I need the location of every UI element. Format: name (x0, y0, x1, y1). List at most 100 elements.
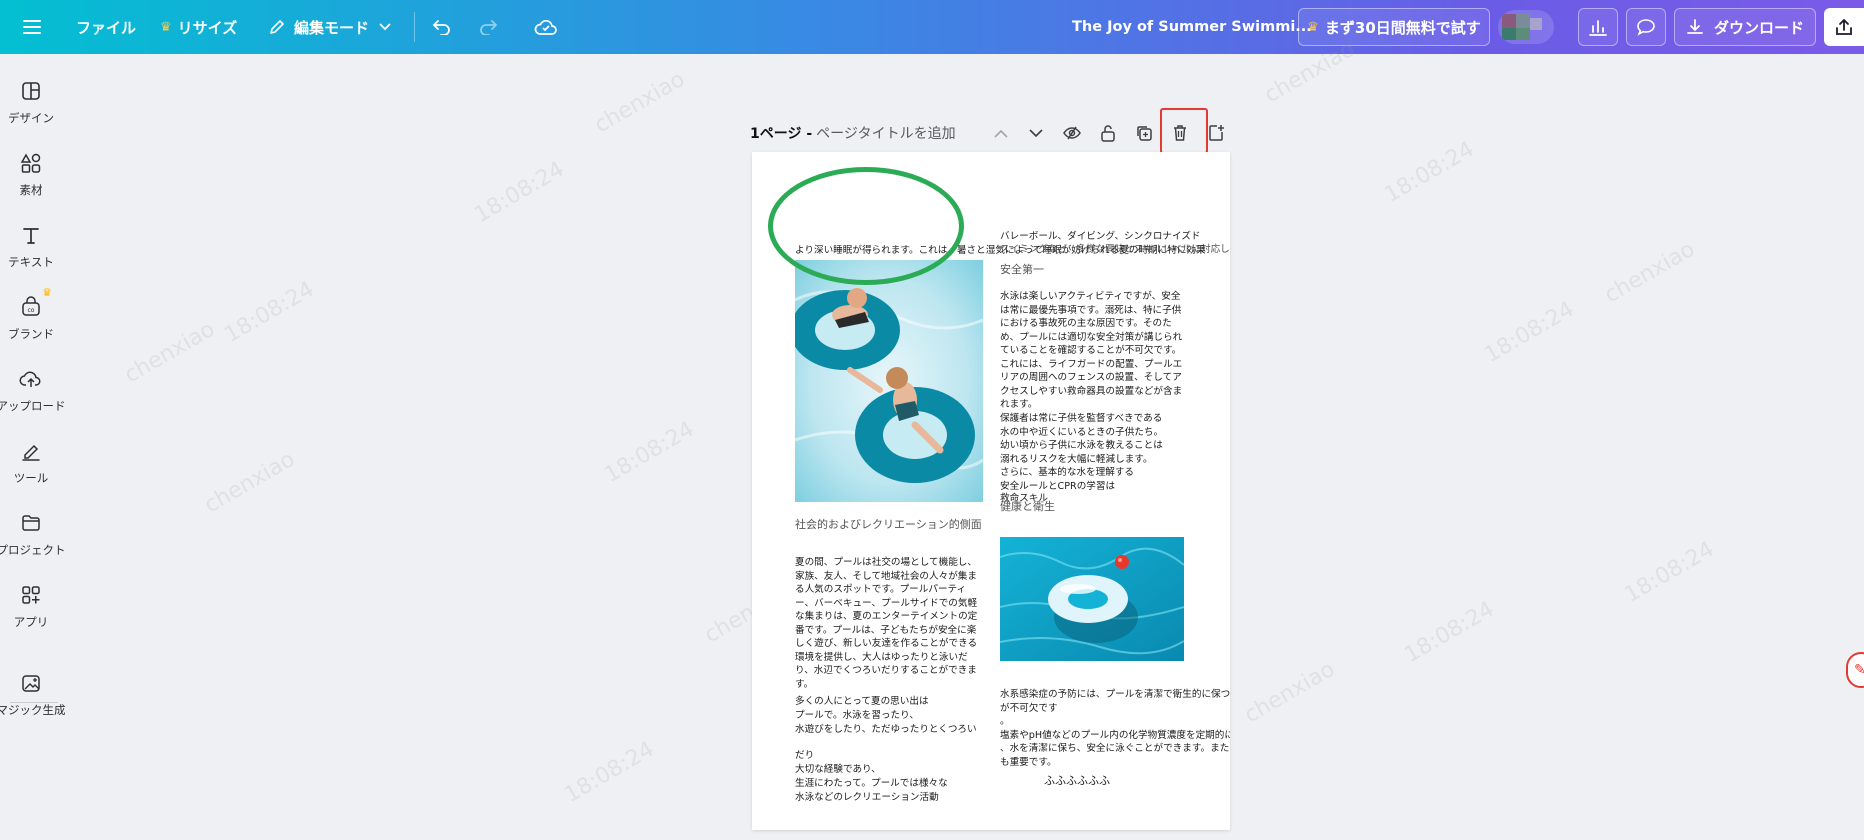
watermark: chenxiao (200, 446, 300, 519)
chevron-down-icon (1029, 128, 1043, 138)
download-button[interactable]: ダウンロード (1674, 8, 1816, 46)
watermark: 18:08:24 (1480, 296, 1579, 369)
redo-icon (470, 9, 506, 45)
comment-icon (1636, 18, 1656, 36)
sidebar-item-magic-generate[interactable]: マジック生成 (0, 668, 66, 728)
sidebar-item-label: デザイン (8, 111, 54, 125)
footer-text[interactable]: ふふふふふふ (1044, 774, 1110, 788)
watermark: chenxiao (590, 66, 690, 139)
sidebar-item-projects[interactable]: プロジェクト (0, 508, 66, 568)
shapes-icon (18, 150, 44, 176)
sidebar-item-text[interactable]: テキスト (0, 220, 62, 280)
text-line: 、水を清潔に保ち、安全に泳ぐことができます。また (1000, 743, 1230, 754)
lock-page-button[interactable] (1094, 118, 1122, 148)
move-page-up-button[interactable] (987, 118, 1015, 148)
top-toolbar: ファイル ♛ リサイズ 編集モード The Joy of Summer Swim… (0, 0, 1864, 54)
watermark: chenxiao (1240, 656, 1340, 729)
main-menu-button[interactable] (14, 0, 50, 54)
insights-button[interactable] (1578, 8, 1618, 46)
svg-text:co: co (28, 307, 35, 314)
bar-chart-icon (1588, 18, 1608, 36)
sidebar-item-uploads[interactable]: アップロード (0, 364, 66, 424)
watermark: chenxiao (120, 316, 220, 389)
text-line: だり (795, 750, 815, 761)
avatar (1498, 10, 1554, 44)
text-line: す。 (795, 678, 814, 690)
watermark: 18:08:24 (1620, 536, 1719, 609)
text-line: 。 (1000, 716, 1010, 727)
text-line: プールで。水泳を習ったり、 (795, 710, 919, 721)
text-line: 水遊びをしたり、ただゆったりとくつろい (795, 724, 977, 735)
edit-mode-dropdown[interactable]: 編集モード (268, 0, 391, 54)
text-line: さらに、基本的な水を理解する (1000, 467, 1135, 478)
sidebar-item-brand[interactable]: co ♛ ブランド (0, 286, 62, 352)
pool-float-photo[interactable] (1000, 537, 1184, 661)
text-line: 安全ルールとCPRの学習は (1000, 480, 1116, 492)
page-title-input[interactable]: ページタイトルを追加 (816, 123, 955, 143)
watermark: chenxiao (1600, 236, 1700, 309)
swimmers-photo[interactable] (795, 260, 983, 502)
share-button[interactable] (1824, 8, 1864, 46)
side-helper-icon[interactable]: ✎ (1846, 652, 1864, 688)
text-line: が不可欠です (1000, 702, 1058, 714)
sidebar-item-label: プロジェクト (0, 543, 66, 557)
text-block[interactable]: スイミングなど、多様な興味とスキルレベルに対応しています。 (1000, 243, 1230, 257)
free-trial-button[interactable]: ♛ まず30日間無料で試す (1298, 8, 1490, 46)
text-block[interactable]: バレーボール、ダイビング、シンクロナイズド (1000, 230, 1201, 244)
watermark: 18:08:24 (470, 156, 569, 229)
comments-button[interactable] (1626, 8, 1666, 46)
text-line: 大切な経験であり、 (795, 764, 881, 775)
document-title-text: The Joy of Summer Swimmi... (1072, 19, 1312, 35)
resize-button[interactable]: ♛ リサイズ (160, 0, 237, 54)
add-page-button[interactable] (1202, 118, 1230, 148)
share-upload-icon (1834, 17, 1854, 37)
text-line: は常に最優先事項です。溺死は、特に子供 (1000, 304, 1182, 316)
sidebar-item-apps[interactable]: アプリ (0, 580, 62, 640)
sidebar-item-label: アップロード (0, 399, 66, 413)
redo-button[interactable] (470, 0, 506, 54)
text-line: る人気のスポットです。プールパーティ (795, 584, 967, 595)
toolbar-divider (414, 12, 415, 42)
sidebar-item-elements[interactable]: 素材 (0, 148, 62, 208)
move-page-down-button[interactable] (1022, 118, 1050, 148)
text-line: 生涯にわたって。プールでは様々な (795, 778, 948, 789)
undo-button[interactable] (424, 0, 460, 54)
file-menu-button[interactable]: ファイル (76, 0, 136, 54)
cloud-save-button[interactable] (528, 0, 564, 54)
folder-icon (18, 510, 44, 536)
page-header: 1ページ - ページタイトルを追加 (750, 120, 956, 146)
text-line: り、水辺でくつろいだりすることができま (795, 665, 977, 676)
section-heading[interactable]: 健康と衛生 (1000, 498, 1055, 514)
cloud-upload-icon (18, 366, 44, 392)
watermark: 18:08:24 (220, 276, 319, 349)
text-line: 環境を提供し、大人はゆったりと泳いだ (795, 651, 968, 663)
add-page-icon (1207, 124, 1225, 142)
chevron-down-icon (379, 23, 391, 31)
layout-icon (18, 78, 44, 104)
section-heading[interactable]: 安全第一 (1000, 261, 1044, 277)
text-line: 番です。プールは、子どもたちが安全に楽 (795, 624, 977, 636)
user-avatar[interactable] (1498, 0, 1554, 54)
crown-icon: ♛ (42, 286, 52, 299)
hamburger-menu-icon (14, 9, 50, 45)
eye-slash-icon (1062, 125, 1082, 141)
text-line: 溺れるリスクを大幅に軽減します。 (1000, 453, 1153, 465)
text-line: 家族、友人、そして地域社会の人々が集ま (795, 570, 977, 582)
text-line: な集まりは、夏のエンターテイメントの定 (795, 611, 978, 622)
watermark: 18:08:24 (1400, 596, 1499, 669)
sidebar-item-design[interactable]: デザイン (0, 76, 62, 136)
sidebar-item-tools[interactable]: ツール (0, 436, 62, 496)
section-heading[interactable]: 社会的およびレクリエーション的側面 (795, 516, 982, 532)
document-title[interactable]: The Joy of Summer Swimmi... (1072, 0, 1312, 54)
text-line: ていることを確認することが不可欠です。 (1000, 345, 1182, 356)
text-line: め、プールには適切な安全対策が講じられ (1000, 331, 1183, 343)
pencil-icon (268, 18, 286, 36)
text-line: リアの周囲へのフェンスの設置、そしてア (1000, 372, 1182, 383)
duplicate-page-button[interactable] (1130, 118, 1158, 148)
download-icon (1686, 18, 1704, 36)
pen-tool-icon (18, 438, 44, 464)
text-line: 夏の間、プールは社交の場として機能し、 (795, 557, 977, 568)
delete-button-highlight (1160, 108, 1208, 154)
hide-page-button[interactable] (1058, 118, 1086, 148)
sidebar-item-label: ツール (13, 471, 49, 485)
